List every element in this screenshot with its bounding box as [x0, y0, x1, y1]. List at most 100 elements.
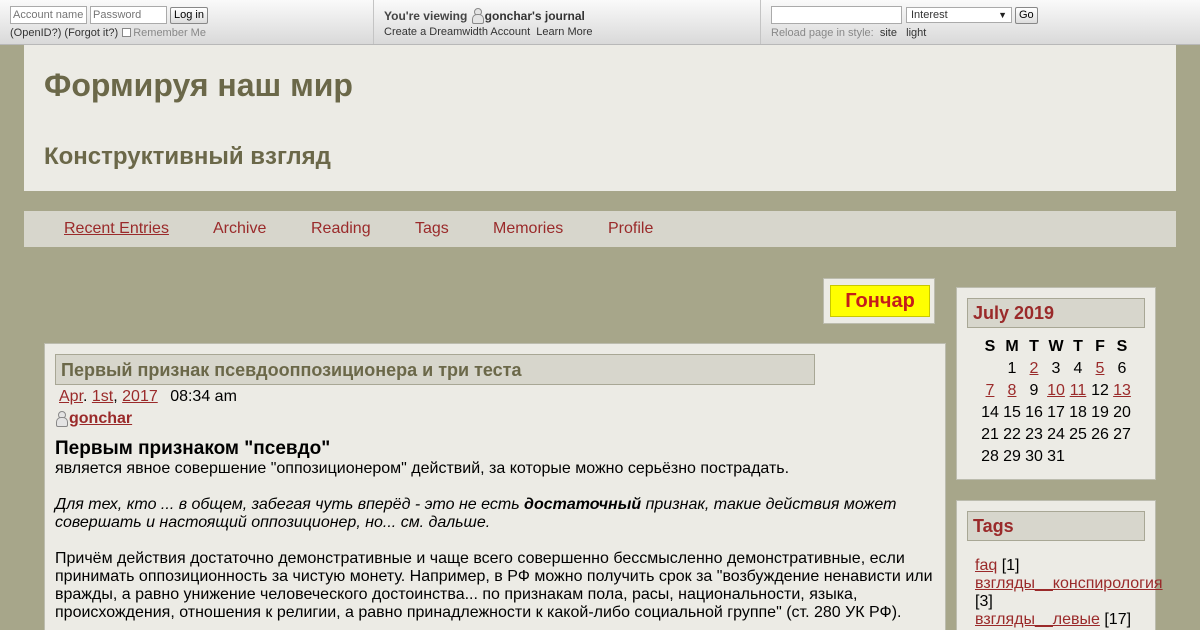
calendar-day: 11 [1067, 380, 1089, 402]
tag-count: [1] [1001, 557, 1020, 574]
user-icon [471, 7, 484, 24]
tag-link[interactable]: взгляды__конспирология [975, 575, 1163, 592]
style-light-link[interactable]: light [906, 27, 926, 39]
entry-poster: gonchar [55, 410, 132, 428]
user-icon [55, 410, 68, 427]
account-name-input[interactable] [10, 6, 87, 24]
calendar-day: 12 [1091, 382, 1109, 399]
reload-style-label: Reload page in style: [771, 27, 874, 39]
calendar-day: 8 [1001, 380, 1023, 402]
journal-title: Формируя наш мир [44, 67, 353, 103]
entry-date-day-link[interactable]: 1st [92, 388, 113, 405]
calendar-day-link[interactable]: 11 [1070, 382, 1087, 399]
tag-item: faq [1] [975, 557, 1165, 575]
journal-owner-link[interactable]: gonchar's journal [485, 9, 585, 23]
openid-link[interactable]: (OpenID?) [10, 27, 61, 39]
calendar-weekday: S [1116, 338, 1128, 355]
tag-count: [3] [975, 593, 993, 610]
viewing-section: You're viewing gonchar's journal Create … [374, 0, 761, 44]
nav-reading[interactable]: Reading [311, 220, 371, 238]
tag-item: взгляды__конспирология [3] [975, 575, 1165, 611]
journal-entry: Первый признак псевдооппозиционера и три… [44, 343, 946, 630]
journal-header: Формируя наш мир Конструктивный взгляд [24, 45, 1176, 191]
calendar-day [1089, 446, 1111, 468]
calendar-day: 19 [1091, 404, 1109, 421]
calendar-day: 1 [1007, 360, 1017, 377]
remember-me-checkbox[interactable] [122, 28, 132, 37]
calendar-day-link[interactable]: 2 [1030, 360, 1039, 377]
style-site-link[interactable]: site [880, 27, 897, 39]
tags-title: Tags [967, 511, 1145, 541]
tags-module: Tags faq [1] взгляды__конспирология [3] вз… [956, 500, 1163, 630]
tag-link[interactable]: взгляды__левые [975, 611, 1100, 628]
calendar-day-link[interactable]: 10 [1047, 382, 1065, 399]
calendar-day: 4 [1073, 360, 1083, 377]
login-button[interactable]: Log in [170, 7, 208, 24]
login-section: Log in (OpenID?) (Forgot it?) Remember Me [0, 0, 374, 44]
journal-banner[interactable]: Гончар [823, 278, 935, 324]
calendar-day: 9 [1029, 382, 1039, 399]
search-type-value: Interest [911, 9, 948, 21]
journal-subtitle: Конструктивный взгляд [44, 143, 331, 170]
calendar-day-link[interactable]: 5 [1096, 360, 1105, 377]
calendar-day [979, 358, 1001, 380]
calendar-day: 21 [981, 426, 999, 443]
entry-time: 08:34 am [170, 388, 237, 405]
calendar-day-link[interactable]: 13 [1113, 382, 1131, 399]
search-go-button[interactable]: Go [1015, 7, 1038, 24]
search-input[interactable] [771, 6, 902, 24]
nav-recent-entries[interactable]: Recent Entries [64, 220, 169, 238]
viewing-prefix: You're viewing [384, 9, 468, 23]
forgot-password-link[interactable]: (Forgot it?) [64, 27, 118, 39]
calendar-day: 20 [1113, 404, 1131, 421]
search-section: Interest ▼ Go Reload page in style: site… [761, 0, 1200, 44]
entry-date-year-link[interactable]: 2017 [122, 388, 158, 405]
calendar-day: 10 [1045, 380, 1067, 402]
calendar-day-link[interactable]: 8 [1008, 382, 1017, 399]
tag-item: взгляды__левые [17] [975, 611, 1165, 629]
entry-date-month-link[interactable]: Apr [59, 388, 83, 405]
calendar-day: 29 [1003, 448, 1021, 465]
nav-profile[interactable]: Profile [608, 220, 653, 238]
calendar-day: 3 [1051, 360, 1061, 377]
calendar-day: 22 [1003, 426, 1021, 443]
create-account-link[interactable]: Create a Dreamwidth Account [384, 26, 530, 38]
nav-tags[interactable]: Tags [415, 220, 449, 238]
calendar-day: 17 [1047, 404, 1065, 421]
calendar-day: 7 [979, 380, 1001, 402]
calendar-day: 5 [1089, 358, 1111, 380]
entry-body: Первым признаком "псевдо" является явное… [55, 438, 939, 622]
calendar-day: 26 [1091, 426, 1109, 443]
calendar-title[interactable]: July 2019 [967, 298, 1145, 328]
password-input[interactable] [90, 6, 167, 24]
calendar-day: 24 [1047, 426, 1065, 443]
nav-archive[interactable]: Archive [213, 220, 266, 238]
calendar-day: 25 [1069, 426, 1087, 443]
viewing-line: You're viewing gonchar's journal [384, 7, 585, 24]
journal-nav: Recent Entries Archive Reading Tags Memo… [24, 211, 1176, 247]
entry-date: Apr. 1st, 2017 08:34 am [59, 388, 237, 405]
entry-paragraph-3: Причём действия достаточно демонстративн… [55, 550, 933, 621]
calendar-day: 18 [1069, 404, 1087, 421]
calendar-weekday: M [1005, 338, 1019, 355]
calendar-day-link[interactable]: 7 [986, 382, 995, 399]
calendar-day: 14 [981, 404, 999, 421]
calendar-day: 13 [1111, 380, 1133, 402]
tag-link[interactable]: faq [975, 557, 997, 574]
calendar-day: 16 [1025, 404, 1043, 421]
calendar-day [1111, 446, 1133, 468]
banner-image: Гончар [830, 285, 930, 317]
calendar-day: 23 [1025, 426, 1043, 443]
learn-more-link[interactable]: Learn More [536, 26, 592, 38]
account-links: Create a Dreamwidth Account Learn More [384, 26, 593, 38]
search-type-select[interactable]: Interest ▼ [906, 7, 1012, 23]
nav-memories[interactable]: Memories [493, 220, 563, 238]
calendar-day: 30 [1025, 448, 1043, 465]
dropdown-arrow-icon: ▼ [998, 10, 1007, 20]
calendar-day: 31 [1047, 448, 1065, 465]
navstrip: Log in (OpenID?) (Forgot it?) Remember Me… [0, 0, 1200, 45]
reload-style-line: Reload page in style: site light [771, 27, 926, 39]
calendar-grid: SMTWTFS 1 2 3 4 5 6 7 8 9 10 11 12 13 14 15 16 17 18 19 20 2… [979, 336, 1133, 468]
poster-link[interactable]: gonchar [69, 410, 132, 427]
entry-subject[interactable]: Первый признак псевдооппозиционера и три… [55, 354, 815, 385]
